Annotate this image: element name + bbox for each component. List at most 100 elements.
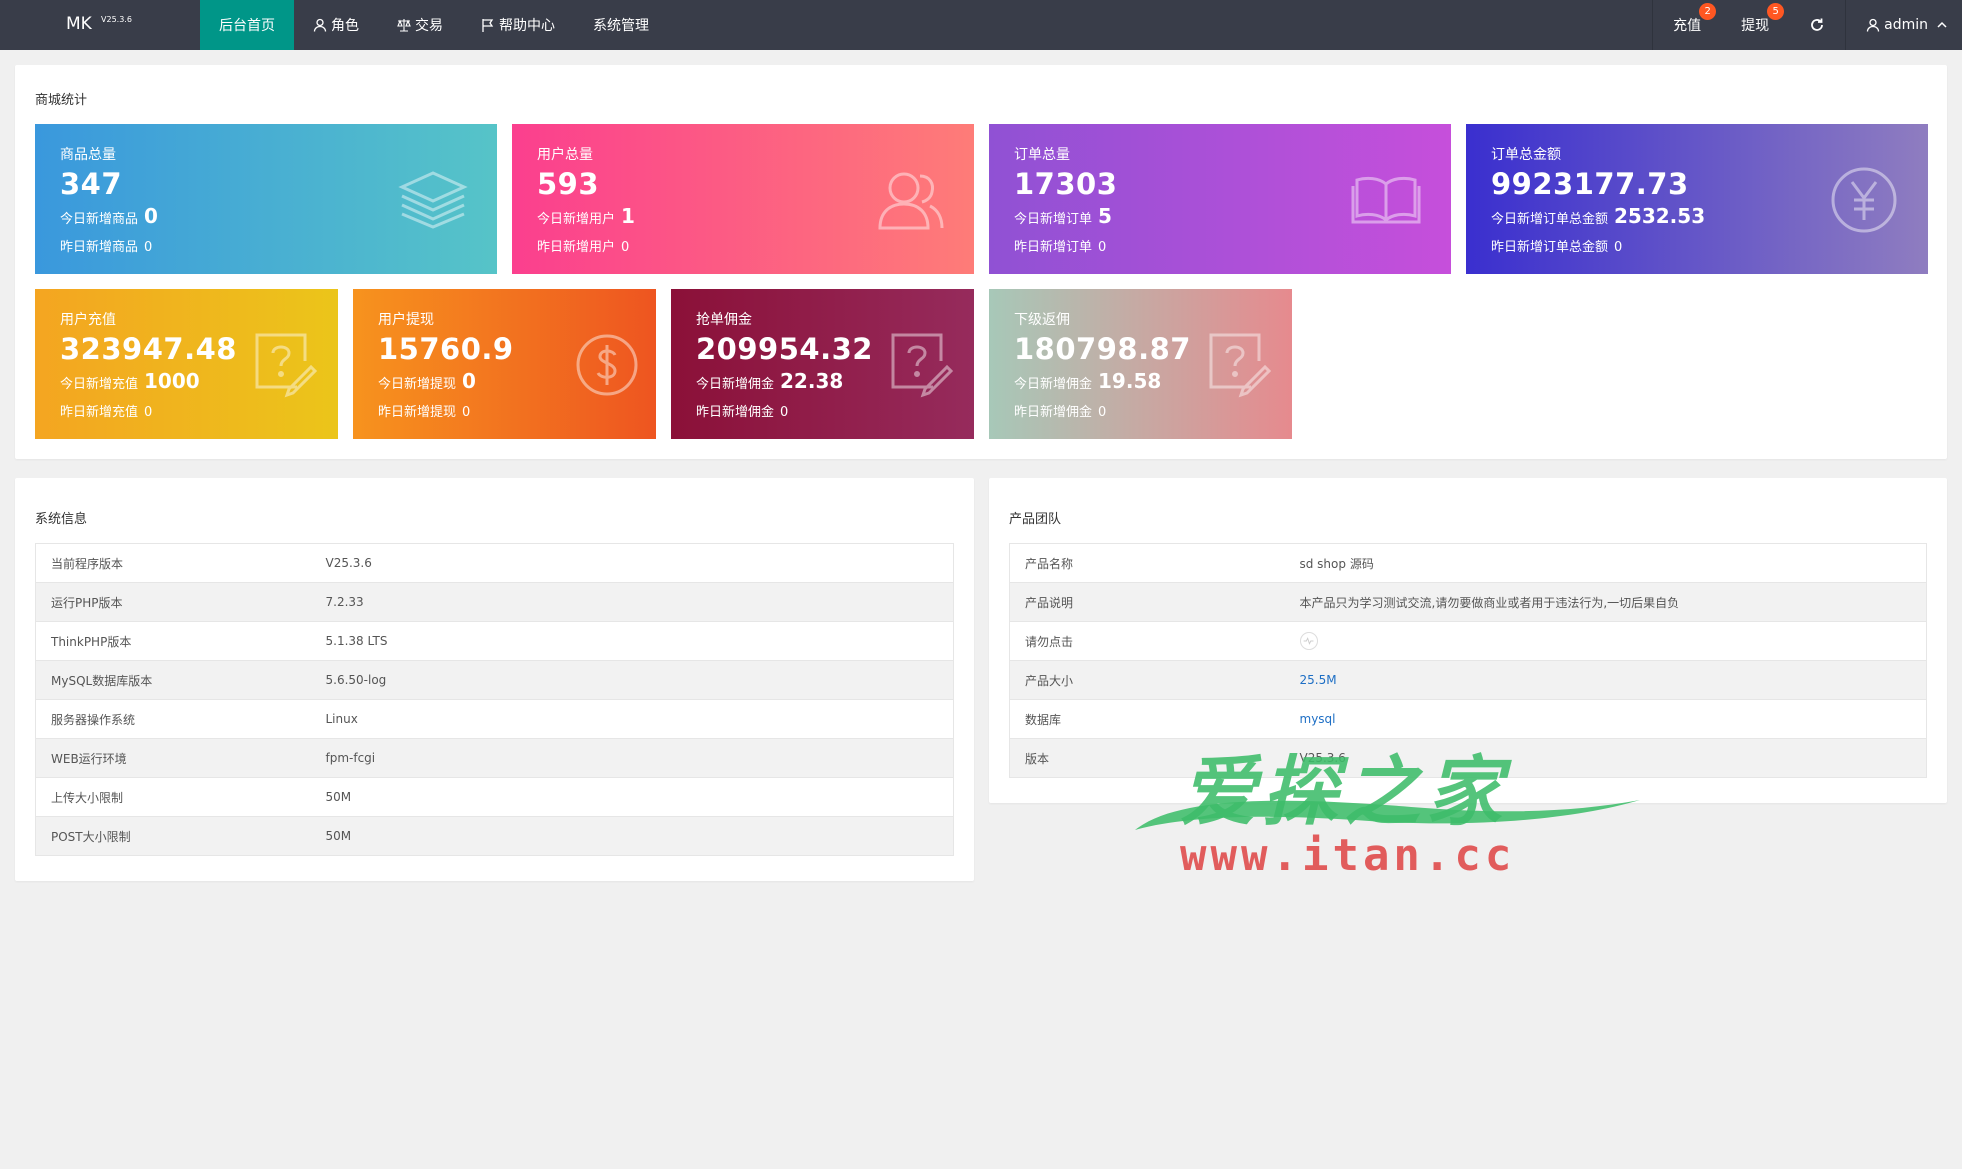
logo-text: MK [66, 14, 92, 34]
scale-icon [397, 18, 411, 32]
row-key: WEB运行环境 [35, 738, 311, 778]
chevron-up-icon [1937, 21, 1947, 28]
stat-today-value: 0 [462, 369, 476, 393]
stats-title: 商城统计 [35, 93, 88, 108]
stat-yesterday: 昨日新增商品 0 [60, 236, 152, 255]
layers-icon [398, 171, 468, 229]
table-row: 请勿点击 [1009, 621, 1927, 661]
stat-value: 17303 [1014, 167, 1118, 201]
withdraw-badge: 5 [1767, 3, 1785, 20]
table-row: POST大小限制 50M [35, 816, 954, 856]
row-key: 版本 [1009, 738, 1285, 778]
product-size-link[interactable]: 25.5M [1300, 673, 1337, 687]
recharge-link[interactable]: 充值 2 [1652, 0, 1721, 50]
table-row: 运行PHP版本 7.2.33 [35, 582, 954, 622]
stat-card-orders[interactable]: 订单总量 17303 今日新增订单 5 昨日新增订单 0 [989, 124, 1451, 274]
stat-today: 今日新增充值 1000 [60, 369, 200, 393]
row-value: 50M [310, 816, 954, 856]
stat-yesterday: 昨日新增用户 0 [537, 236, 629, 255]
stat-label: 用户总量 [537, 147, 593, 163]
recharge-label: 充值 [1673, 18, 1702, 34]
stat-today-label: 今日新增佣金 [1014, 377, 1093, 392]
nav-item-trade[interactable]: 交易 [378, 0, 462, 50]
nav-item-dashboard[interactable]: 后台首页 [200, 0, 294, 50]
stat-value: 180798.87 [1014, 332, 1191, 366]
row-value: 本产品只为学习测试交流,请勿要做商业或者用于违法行为,一切后果自负 [1284, 582, 1927, 622]
row-key: ThinkPHP版本 [35, 621, 311, 661]
username: admin [1884, 17, 1928, 33]
table-row: 服务器操作系统 Linux [35, 699, 954, 739]
withdraw-link[interactable]: 提现 5 [1721, 0, 1789, 50]
stat-value: 593 [537, 167, 600, 201]
row-value: V25.3.6 [1284, 738, 1927, 778]
pulse-icon [1303, 637, 1313, 645]
stat-card-sub-commission[interactable]: 下级返佣 180798.87 今日新增佣金 19.58 昨日新增佣金 0 [989, 289, 1292, 439]
row-value: 25.5M [1284, 660, 1927, 700]
table-row: ThinkPHP版本 5.1.38 LTS [35, 621, 954, 661]
stat-today: 今日新增订单总金额 2532.53 [1491, 204, 1705, 228]
main-nav: 后台首页 角色 交易 帮助中心 系统管理 [200, 0, 668, 50]
table-row: 当前程序版本 V25.3.6 [35, 543, 954, 583]
row-key: 运行PHP版本 [35, 582, 311, 622]
stat-yesterday: 昨日新增提现 0 [378, 401, 470, 420]
nav-item-system[interactable]: 系统管理 [574, 0, 668, 50]
stat-yesterday-label: 昨日新增佣金 [1014, 405, 1093, 420]
table-row: 上传大小限制 50M [35, 777, 954, 817]
row-value: mysql [1284, 699, 1927, 739]
stat-card-recharge[interactable]: 用户充值 323947.48 今日新增充值 1000 昨日新增充值 0 [35, 289, 338, 439]
stat-yesterday-label: 昨日新增佣金 [696, 405, 775, 420]
stat-today-value: 19.58 [1098, 369, 1162, 393]
stat-yesterday: 昨日新增订单总金额 0 [1491, 236, 1622, 255]
dollar-icon [576, 334, 638, 396]
right-nav: 充值 2 提现 5 admin [1652, 0, 1962, 50]
team-panel: 产品团队 产品名称 sd shop 源码 产品说明 本产品只为学习测试交流,请勿要做… [989, 478, 1947, 803]
row-value: 5.1.38 LTS [310, 621, 954, 661]
stat-yesterday-label: 昨日新增提现 [378, 405, 457, 420]
stat-today-label: 今日新增订单总金额 [1491, 212, 1609, 227]
table-row: 产品说明 本产品只为学习测试交流,请勿要做商业或者用于违法行为,一切后果自负 [1009, 582, 1927, 622]
stat-card-order-amount[interactable]: 订单总金额 9923177.73 今日新增订单总金额 2532.53 昨日新增订单… [1466, 124, 1928, 274]
stat-card-products[interactable]: 商品总量 347 今日新增商品 0 昨日新增商品 0 [35, 124, 497, 274]
stat-yesterday: 昨日新增佣金 0 [1014, 401, 1106, 420]
do-not-click-button[interactable] [1299, 632, 1318, 650]
stat-yesterday-label: 昨日新增用户 [537, 240, 616, 255]
table-row: 版本 V25.3.6 [1009, 738, 1927, 778]
row-value: fpm-fcgi [310, 738, 954, 778]
stat-yesterday-value: 0 [462, 405, 471, 420]
row-key: 产品大小 [1009, 660, 1285, 700]
row-key: POST大小限制 [35, 816, 311, 856]
stat-yesterday-value: 0 [780, 405, 789, 420]
stat-label: 下级返佣 [1014, 312, 1070, 328]
stat-today-label: 今日新增订单 [1014, 212, 1093, 227]
stat-label: 订单总金额 [1491, 147, 1561, 163]
nav-item-help[interactable]: 帮助中心 [462, 0, 574, 50]
stat-today-value: 1000 [144, 369, 200, 393]
users-icon [878, 172, 944, 230]
user-menu[interactable]: admin [1845, 0, 1962, 50]
nav-item-roles[interactable]: 角色 [294, 0, 378, 50]
stat-card-grab-commission[interactable]: 抢单佣金 209954.32 今日新增佣金 22.38 昨日新增佣金 0 [671, 289, 974, 439]
row-value: V25.3.6 [310, 543, 954, 583]
stat-card-withdraw[interactable]: 用户提现 15760.9 今日新增提现 0 昨日新增提现 0 [353, 289, 656, 439]
stat-card-users[interactable]: 用户总量 593 今日新增用户 1 昨日新增用户 0 [512, 124, 974, 274]
stat-today-value: 0 [144, 204, 158, 228]
stat-yesterday-label: 昨日新增订单总金额 [1491, 240, 1609, 255]
row-value: sd shop 源码 [1284, 543, 1927, 583]
nav-label: 系统管理 [593, 18, 649, 34]
stat-value: 209954.32 [696, 332, 873, 366]
stat-yesterday-value: 0 [1098, 405, 1107, 420]
stat-yesterday-label: 昨日新增商品 [60, 240, 139, 255]
watermark-url: www.itan.cc [1180, 830, 1516, 881]
table-row: 产品名称 sd shop 源码 [1009, 543, 1927, 583]
table-row: WEB运行环境 fpm-fcgi [35, 738, 954, 778]
stat-yesterday-label: 昨日新增订单 [1014, 240, 1093, 255]
sysinfo-panel: 系统信息 当前程序版本 V25.3.6 运行PHP版本 7.2.33 ThinkPH… [15, 478, 974, 881]
database-link[interactable]: mysql [1300, 712, 1336, 726]
question-edit-icon [891, 333, 954, 398]
refresh-button[interactable] [1789, 0, 1845, 50]
logo[interactable]: MK V25.3.6 [0, 0, 200, 50]
nav-label: 后台首页 [219, 18, 275, 34]
user-icon [1866, 18, 1880, 32]
stat-label: 抢单佣金 [696, 312, 752, 328]
row-key: 当前程序版本 [35, 543, 311, 583]
